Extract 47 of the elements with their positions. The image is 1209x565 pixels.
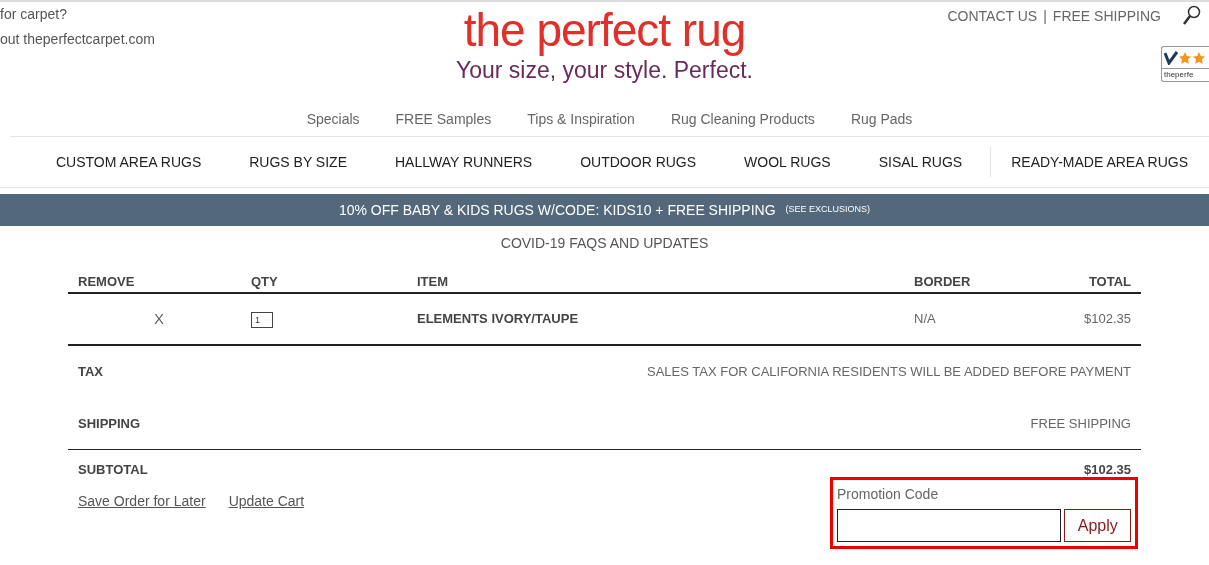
top-nav-link[interactable]: FREE Samples (395, 108, 492, 130)
separator: | (1043, 7, 1047, 26)
summary-label: SHIPPING (78, 414, 141, 433)
category-link[interactable]: WOOL RUGS (744, 151, 831, 173)
banner-text: 10% OFF BABY & KIDS RUGS W/CODE: KIDS10 + FREE SHIPPING (338, 200, 776, 220)
category-link[interactable]: SISAL RUGS (878, 151, 963, 173)
summary-label: TAX (78, 363, 104, 382)
summary-value: $102.35 (1084, 461, 1131, 480)
summary-value: FREE SHIPPING (1030, 414, 1131, 433)
top-nav-link[interactable]: Rug Pads (850, 108, 913, 130)
promo-text: for carpet? (0, 5, 68, 24)
promo-text: out theperfectcarpet.com (0, 30, 155, 49)
shipping-link[interactable]: FREE SHIPPING (1052, 6, 1161, 27)
review-badge[interactable]: theperfe (1161, 46, 1209, 82)
table-cell: N/A (914, 311, 936, 327)
cart-action-link[interactable]: Update Cart (228, 491, 305, 512)
logo[interactable]: the perfect rug (463, 4, 746, 56)
search-icon[interactable] (1182, 5, 1202, 26)
cart-action-link[interactable]: Save Order for Later (78, 491, 206, 512)
category-link[interactable]: RUGS BY SIZE (249, 151, 347, 173)
category-link[interactable]: CUSTOM AREA RUGS (56, 151, 202, 173)
quantity-field[interactable]: 1 (251, 312, 273, 329)
column-header: REMOVE (78, 274, 135, 289)
exclusions-link[interactable]: (SEE EXCLUSIONS) (785, 203, 871, 217)
top-nav-link[interactable]: Specials (306, 108, 360, 130)
category-link[interactable]: HALLWAY RUNNERS (395, 151, 533, 173)
check-icon (1164, 50, 1178, 65)
stars-icon (1179, 51, 1207, 64)
column-header: BORDER (914, 274, 971, 289)
promo-label: Promotion Code (837, 485, 940, 504)
category-link[interactable]: READY-MADE AREA RUGS (1011, 151, 1189, 173)
top-nav-link[interactable]: Tips & Inspiration (527, 108, 635, 130)
apply-button[interactable]: Apply (1064, 509, 1131, 542)
table-cell: $102.35 (1084, 311, 1131, 327)
column-header: QTY (251, 274, 278, 289)
tagline: Your size, your style. Perfect. (456, 56, 753, 84)
remove-button[interactable]: X (154, 309, 164, 327)
summary-label: SUBTOTAL (78, 461, 148, 480)
covid-link[interactable]: COVID-19 FAQS AND UPDATES (500, 233, 709, 254)
column-header: TOTAL (1088, 274, 1131, 289)
contact-link[interactable]: CONTACT US (947, 6, 1038, 27)
summary-value: SALES TAX FOR CALIFORNIA RESIDENTS WILL BE ADDED BEFORE PAYMENT (647, 363, 1131, 382)
column-header: ITEM (417, 274, 449, 289)
item-name: ELEMENTS IVORY/TAUPE (417, 311, 579, 327)
category-link[interactable]: OUTDOOR RUGS (580, 151, 697, 173)
top-nav-link[interactable]: Rug Cleaning Products (670, 108, 815, 130)
badge-text: theperfe (1162, 68, 1209, 81)
